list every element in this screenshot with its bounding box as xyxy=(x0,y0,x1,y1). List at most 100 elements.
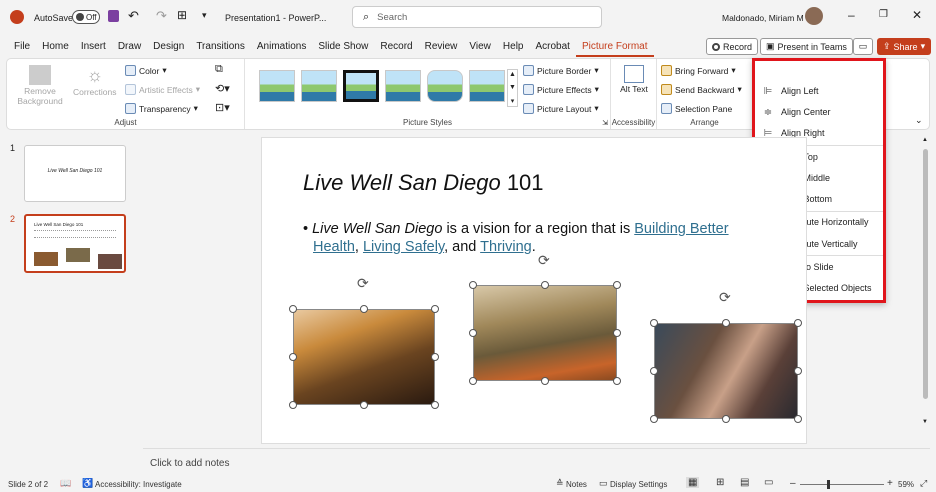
slide-bullet[interactable]: • Live Well San Diego is a vision for a … xyxy=(303,220,773,256)
scroll-down-icon[interactable]: ▼ xyxy=(922,419,928,425)
scroll-up-icon[interactable]: ▲ xyxy=(922,137,928,143)
tab-insert[interactable]: Insert xyxy=(75,37,112,57)
close-icon[interactable]: ✕ xyxy=(912,8,922,22)
reading-view-icon[interactable]: ▤ xyxy=(740,477,749,488)
resize-handle[interactable] xyxy=(794,319,802,327)
resize-handle[interactable] xyxy=(794,415,802,423)
slide-title[interactable]: Live Well San Diego 101 xyxy=(303,170,544,196)
zoom-out-icon[interactable]: – xyxy=(790,478,796,489)
alt-text-button[interactable]: Alt Text xyxy=(619,65,649,94)
scrollbar-thumb[interactable] xyxy=(923,149,928,399)
remove-background-button[interactable]: Remove Background xyxy=(15,65,65,106)
share-button[interactable]: ⇪ Share ▾ xyxy=(877,38,932,55)
resize-handle[interactable] xyxy=(650,319,658,327)
bring-forward-button[interactable]: Bring Forward ▾ xyxy=(661,65,736,76)
tab-help[interactable]: Help xyxy=(497,37,530,57)
tab-home[interactable]: Home xyxy=(36,37,75,57)
resize-handle[interactable] xyxy=(722,319,730,327)
compress-pictures-icon[interactable]: ⧉ xyxy=(215,63,223,76)
collapse-ribbon-icon[interactable]: ⌄ xyxy=(915,115,923,126)
minimize-icon[interactable]: – xyxy=(848,8,855,22)
present-from-start-icon[interactable]: ⊞ xyxy=(177,8,187,22)
link-thriving[interactable]: Thriving xyxy=(480,239,532,255)
resize-handle[interactable] xyxy=(360,305,368,313)
customize-toolbar-icon[interactable]: ▾ xyxy=(202,10,207,21)
picture-style-3[interactable] xyxy=(343,70,379,102)
display-settings-button[interactable]: Display Settings xyxy=(610,480,667,489)
transparency-button[interactable]: Transparency ▾ xyxy=(125,103,198,114)
picture-border-button[interactable]: Picture Border ▾ xyxy=(523,65,599,76)
rotate-handle-icon[interactable]: ⟳ xyxy=(538,252,550,269)
corrections-button[interactable]: ☼ Corrections xyxy=(73,65,116,97)
align-center-item[interactable]: ≑ Align Center xyxy=(755,102,883,122)
tab-acrobat[interactable]: Acrobat xyxy=(529,37,575,57)
slide-2-thumbnail[interactable]: Live Well San Diego 101 xyxy=(24,214,126,273)
tab-record[interactable]: Record xyxy=(374,37,418,57)
picture-style-2[interactable] xyxy=(301,70,337,102)
rotate-handle-icon[interactable]: ⟳ xyxy=(719,289,731,306)
tab-transitions[interactable]: Transitions xyxy=(190,37,251,57)
tab-picture-format[interactable]: Picture Format xyxy=(575,37,654,57)
accessibility-status[interactable]: Accessibility: Investigate xyxy=(95,480,182,489)
spelling-icon[interactable]: 📖 xyxy=(60,478,71,489)
tab-file[interactable]: File xyxy=(8,37,36,57)
resize-handle[interactable] xyxy=(469,281,477,289)
resize-handle[interactable] xyxy=(794,367,802,375)
undo-icon[interactable]: ↶ xyxy=(128,8,139,24)
picture-style-1[interactable] xyxy=(259,70,295,102)
search-box[interactable]: ⌕ Search xyxy=(352,6,602,28)
resize-handle[interactable] xyxy=(650,367,658,375)
resize-handle[interactable] xyxy=(541,377,549,385)
tab-animations[interactable]: Animations xyxy=(251,37,312,57)
resize-handle[interactable] xyxy=(289,305,297,313)
record-button[interactable]: Record xyxy=(706,38,759,55)
slide-canvas[interactable]: Live Well San Diego 101 • Live Well San … xyxy=(261,137,807,444)
link-living-safely[interactable]: Living Safely xyxy=(363,239,444,255)
selection-pane-button[interactable]: Selection Pane xyxy=(661,103,732,114)
tab-review[interactable]: Review xyxy=(419,37,464,57)
rotate-handle-icon[interactable]: ⟳ xyxy=(357,275,369,292)
resize-handle[interactable] xyxy=(431,353,439,361)
picture-effects-button[interactable]: Picture Effects ▾ xyxy=(523,84,599,95)
photo-firefighters[interactable] xyxy=(293,309,435,405)
tab-slide-show[interactable]: Slide Show xyxy=(312,37,374,57)
picture-style-4[interactable] xyxy=(385,70,421,102)
resize-handle[interactable] xyxy=(541,281,549,289)
resize-handle[interactable] xyxy=(613,377,621,385)
restore-icon[interactable]: ❐ xyxy=(879,9,888,20)
present-in-teams-button[interactable]: ▣ Present in Teams xyxy=(760,38,853,55)
comments-button[interactable]: ▭ xyxy=(853,38,873,55)
tab-draw[interactable]: Draw xyxy=(112,37,147,57)
resize-handle[interactable] xyxy=(289,353,297,361)
resize-handle[interactable] xyxy=(431,401,439,409)
slide-1-thumbnail[interactable]: Live Well San Diego 101 xyxy=(24,145,126,202)
reset-picture-icon[interactable]: ⊡▾ xyxy=(215,101,230,114)
picture-style-6[interactable] xyxy=(469,70,505,102)
picture-layout-button[interactable]: Picture Layout ▾ xyxy=(523,103,599,114)
zoom-in-icon[interactable]: + xyxy=(887,478,893,489)
photo-pumpkin-patch[interactable] xyxy=(473,285,617,381)
picture-style-5[interactable] xyxy=(427,70,463,102)
tab-view[interactable]: View xyxy=(463,37,497,57)
normal-view-icon[interactable]: ▦ xyxy=(686,477,700,488)
resize-handle[interactable] xyxy=(722,415,730,423)
resize-handle[interactable] xyxy=(431,305,439,313)
photo-students[interactable] xyxy=(654,323,798,419)
fit-slide-icon[interactable]: ⤢ xyxy=(920,478,927,489)
resize-handle[interactable] xyxy=(469,329,477,337)
resize-handle[interactable] xyxy=(650,415,658,423)
autosave-toggle[interactable]: Off xyxy=(72,10,100,24)
resize-handle[interactable] xyxy=(360,401,368,409)
notes-toggle[interactable]: Notes xyxy=(566,480,587,489)
zoom-slider-thumb[interactable] xyxy=(827,480,830,489)
avatar[interactable] xyxy=(805,7,823,25)
styles-gallery-scroll[interactable]: ▲ ▼ ▾ xyxy=(507,69,518,107)
send-backward-button[interactable]: Send Backward ▾ xyxy=(661,84,742,95)
resize-handle[interactable] xyxy=(613,329,621,337)
dialog-launcher-icon[interactable]: ⇲ xyxy=(602,119,608,127)
zoom-level[interactable]: 59% xyxy=(898,480,914,489)
zoom-slider[interactable] xyxy=(800,480,884,489)
change-picture-icon[interactable]: ⟲▾ xyxy=(215,82,230,95)
notes-area[interactable]: Click to add notes xyxy=(143,448,930,474)
resize-handle[interactable] xyxy=(289,401,297,409)
